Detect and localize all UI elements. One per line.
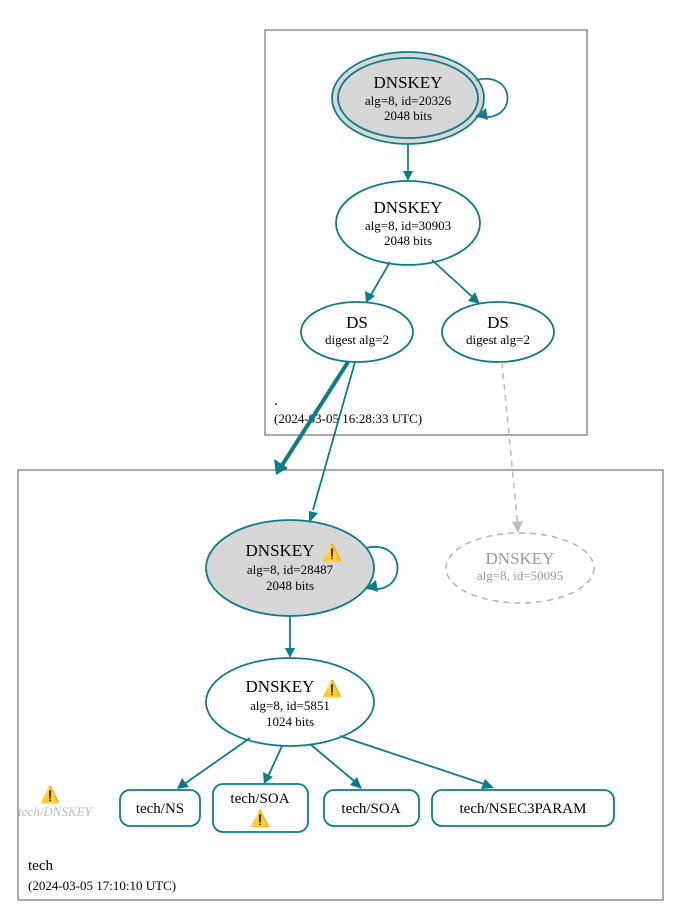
arrowhead-rootzsk-dsleft [365, 291, 375, 303]
faded-label: tech/DNSKEY [18, 804, 93, 819]
ds-right-title: DS [487, 313, 509, 332]
zone-root-timestamp: (2024-03-05 16:28:33 UTC) [274, 411, 422, 426]
node-ds-right: DS digest alg=2 [442, 302, 554, 362]
arrowhead-rootksk-rootzsk [403, 171, 413, 181]
root-zsk-title: DNSKEY [374, 198, 443, 217]
zone-root-label: . [274, 393, 278, 409]
root-zsk-bits: 2048 bits [384, 233, 432, 248]
node-tech-missing-key: DNSKEY alg=8, id=50095 [446, 533, 594, 603]
root-ksk-alg: alg=8, id=20326 [365, 93, 452, 108]
ds-left-title: DS [346, 313, 368, 332]
rr-tech-nsec3param-label: tech/NSEC3PARAM [460, 801, 587, 817]
tech-zsk-title: DNSKEY [246, 677, 315, 696]
node-tech-ksk: DNSKEY ⚠️ alg=8, id=28487 2048 bits [206, 520, 374, 616]
tech-ksk-bits: 2048 bits [266, 578, 314, 593]
rr-tech-soa-label: tech/SOA [341, 801, 400, 817]
zone-tech-label: tech [28, 858, 53, 874]
arrowhead-techksk-techzsk [285, 648, 295, 658]
tech-missing-title: DNSKEY [486, 549, 555, 568]
edge-dsright-missing [502, 362, 518, 528]
dnssec-trust-diagram: . (2024-03-05 16:28:33 UTC) DNSKEY alg=8… [0, 0, 677, 919]
root-ksk-title: DNSKEY [374, 73, 443, 92]
arrowhead-dsright-missing [512, 521, 523, 533]
edge-rootzsk-dsright [432, 260, 478, 302]
tech-ksk-alg: alg=8, id=28487 [247, 562, 334, 577]
arrowhead-techzsk-ns [177, 778, 189, 789]
node-root-ksk: DNSKEY alg=8, id=20326 2048 bits [332, 52, 484, 144]
edge-techzsk-nsec3param [340, 736, 490, 786]
node-ds-left: DS digest alg=2 [301, 302, 413, 362]
rr-tech-ns-label: tech/NS [136, 801, 184, 817]
node-root-zsk: DNSKEY alg=8, id=30903 2048 bits [336, 181, 480, 265]
tech-ksk-title: DNSKEY [246, 541, 315, 560]
rr-tech-soa-warn-icon: ⚠️ [250, 809, 270, 828]
ds-right-alg: digest alg=2 [466, 332, 530, 347]
root-zsk-alg: alg=8, id=30903 [365, 218, 451, 233]
node-faded-tech-dnskey: ⚠️ tech/DNSKEY [18, 785, 93, 819]
tech-missing-alg: alg=8, id=50095 [477, 568, 563, 583]
zone-tech-timestamp: (2024-03-05 17:10:10 UTC) [28, 878, 176, 893]
tech-zsk-warn-icon: ⚠️ [322, 679, 342, 698]
tech-zsk-bits: 1024 bits [266, 714, 314, 729]
faded-warn-icon: ⚠️ [40, 785, 60, 804]
edge-techzsk-ns [180, 738, 250, 787]
root-ksk-bits: 2048 bits [384, 108, 432, 123]
rr-tech-soa-warn-label: tech/SOA [230, 791, 289, 807]
ds-left-alg: digest alg=2 [325, 332, 389, 347]
arrowhead-techzsk-soawarn [263, 772, 273, 784]
edge-techzsk-soa [310, 744, 360, 786]
tech-zsk-alg: alg=8, id=5851 [250, 698, 330, 713]
tech-ksk-warn-icon: ⚠️ [322, 543, 342, 562]
node-tech-zsk: DNSKEY ⚠️ alg=8, id=5851 1024 bits [206, 658, 374, 746]
